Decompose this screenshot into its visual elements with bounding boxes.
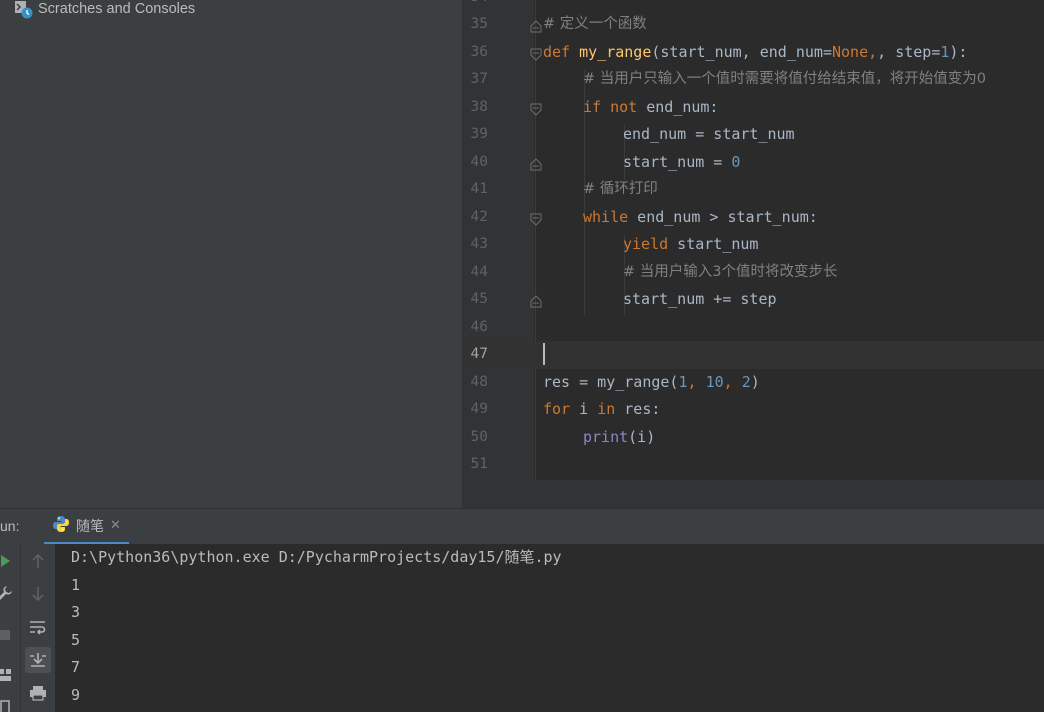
code-line: 50 print(i) <box>462 424 1044 452</box>
fold-start-icon[interactable] <box>530 211 542 226</box>
line-number: 48 <box>470 374 488 390</box>
scroll-to-end-icon[interactable] <box>25 647 51 673</box>
code-line: 39 end_num = start_num <box>462 121 1044 149</box>
for-line: for i in res: <box>543 400 661 418</box>
run-tab[interactable]: 随笔 ✕ <box>44 509 129 545</box>
current-code-line: 47 <box>462 341 1044 369</box>
line-number: 51 <box>470 456 488 472</box>
scratches-and-consoles-item[interactable]: Scratches and Consoles <box>14 0 195 20</box>
fold-start-icon[interactable] <box>530 101 542 116</box>
line-number: 49 <box>470 401 488 417</box>
if-line: if not end_num: <box>583 98 719 116</box>
code-line: 42 while end_num > start_num: <box>462 204 1044 232</box>
wrench-icon[interactable] <box>0 580 18 606</box>
code-line: 36 def my_range(start_num, end_num=None,… <box>462 39 1044 67</box>
line-number: 46 <box>470 319 488 335</box>
while-line: while end_num > start_num: <box>583 208 818 226</box>
fold-end-icon[interactable] <box>530 293 542 308</box>
line-number: 35 <box>470 16 488 32</box>
run-toolbar-primary <box>0 544 20 712</box>
comment: # 当用户只输入一个值时需要将值付给结束值，将开始值变为0 <box>583 71 986 87</box>
text-caret <box>543 343 545 365</box>
assignment: start_num += step <box>623 290 777 308</box>
code-line: 37 # 当用户只输入一个值时需要将值付给结束值，将开始值变为0 <box>462 66 1044 94</box>
line-number: 43 <box>470 236 488 252</box>
scratches-label: Scratches and Consoles <box>38 1 196 17</box>
console-line: 9 <box>71 685 81 704</box>
arrow-up-icon[interactable] <box>25 548 51 574</box>
assignment: start_num = 0 <box>623 153 741 171</box>
comment: # 定义一个函数 <box>543 16 647 32</box>
code-editor[interactable]: 34 35 # 定义一个函数 36 def my_range(start_num… <box>462 0 1044 480</box>
arrow-down-icon[interactable] <box>25 581 51 607</box>
soft-wrap-icon[interactable] <box>25 614 51 640</box>
print-icon[interactable] <box>25 680 51 706</box>
console-line: 5 <box>71 630 81 649</box>
code-line: 40 start_num = 0 <box>462 149 1044 177</box>
line-number: 50 <box>470 429 488 445</box>
code-line: 38 if not end_num: <box>462 94 1044 122</box>
fold-end-icon[interactable] <box>530 18 542 33</box>
python-icon <box>52 515 70 537</box>
code-line: 43 yield start_num <box>462 231 1044 259</box>
console-output[interactable]: D:\Python36\python.exe D:/PycharmProject… <box>55 544 1044 712</box>
code-line: 51 <box>462 451 1044 479</box>
code-line: 48 res = my_range(1, 10, 2) <box>462 369 1044 397</box>
code-line: 45 start_num += step <box>462 286 1044 314</box>
def-line: def my_range(start_num, end_num=None,, s… <box>543 43 968 61</box>
code-line: 34 <box>462 0 1044 12</box>
close-tab-icon[interactable]: ✕ <box>110 518 121 533</box>
line-number: 38 <box>470 99 488 115</box>
console-line: 7 <box>71 658 81 676</box>
run-label: un: <box>0 518 20 534</box>
fold-start-icon[interactable] <box>530 46 542 61</box>
editor-bottom-area <box>462 480 1044 508</box>
comment: # 当用户输入3个值时将改变步长 <box>623 264 838 280</box>
fold-end-icon[interactable] <box>530 156 542 171</box>
print-line: print(i) <box>583 428 656 446</box>
line-number: 45 <box>470 291 488 307</box>
comment: # 循环打印 <box>583 181 658 197</box>
code-line: 35 # 定义一个函数 <box>462 11 1044 39</box>
scratches-icon <box>14 0 34 19</box>
code-line: 49 for i in res: <box>462 396 1044 424</box>
console-line: 3 <box>71 603 81 621</box>
code-line: 41 # 循环打印 <box>462 176 1044 204</box>
code-line: 46 <box>462 314 1044 342</box>
line-number: 40 <box>470 154 488 170</box>
call-line: res = my_range(1, 10, 2) <box>543 373 760 391</box>
stop-icon[interactable] <box>0 622 18 648</box>
console-line: 1 <box>71 575 81 594</box>
rerun-icon[interactable] <box>0 548 18 574</box>
assignment: end_num = start_num <box>623 125 795 143</box>
console-command-line: D:\Python36\python.exe D:/PycharmProject… <box>71 548 562 566</box>
project-panel: Scratches and Consoles <box>0 0 462 508</box>
line-number: 37 <box>470 71 488 87</box>
layout-icon[interactable] <box>0 662 18 688</box>
run-tool-header: un: 随笔 ✕ <box>0 508 1044 545</box>
code-line: 44 # 当用户输入3个值时将改变步长 <box>462 259 1044 287</box>
line-number: 39 <box>470 126 488 142</box>
line-number: 36 <box>470 44 488 60</box>
more-icon[interactable] <box>0 694 18 712</box>
line-number: 34 <box>462 0 488 12</box>
line-number: 44 <box>470 264 488 280</box>
yield-line: yield start_num <box>623 235 759 253</box>
line-number: 41 <box>470 181 488 197</box>
line-number: 42 <box>470 209 488 225</box>
run-toolbar-secondary <box>20 544 55 712</box>
line-number: 47 <box>470 346 488 362</box>
run-tab-label: 随笔 <box>76 518 104 535</box>
